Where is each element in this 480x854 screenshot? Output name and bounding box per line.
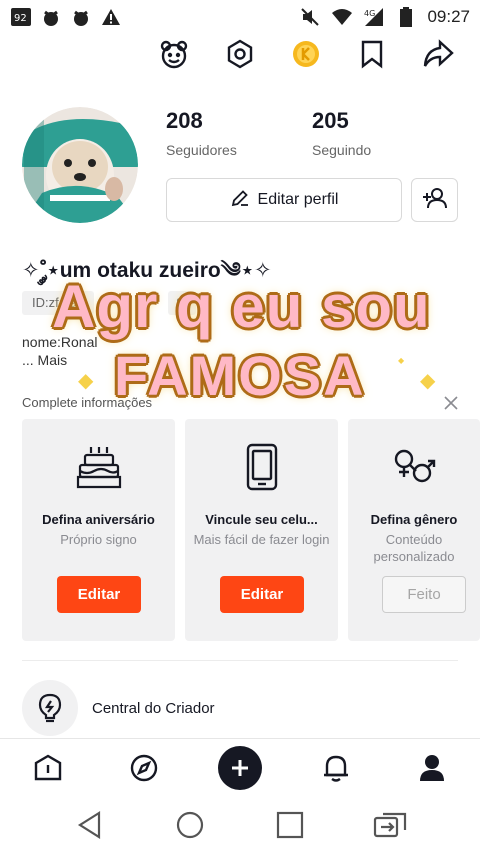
home-icon[interactable] [24,744,72,792]
add-friend-button[interactable] [411,178,458,222]
gender-card: Defina gênero Conteúdo personalizado Fei… [348,419,480,641]
inbox-bell-icon[interactable] [312,744,360,792]
bottom-nav [0,738,480,796]
card-title: Vincule seu celu... [205,512,318,527]
notification-badge-icon: 92 [10,6,32,28]
close-icon[interactable] [440,392,462,414]
svg-text:4G: 4G [364,9,375,18]
profile-icon[interactable] [408,744,456,792]
card-subtitle: Conteúdo personalizado [373,532,455,564]
following-label: Seguindo [312,142,372,158]
system-nav [0,796,480,854]
discover-icon[interactable] [120,744,168,792]
avatar[interactable] [22,107,138,223]
bookmark-icon[interactable] [354,36,390,72]
divider [22,660,458,661]
battery-icon [395,6,417,28]
app-notification-icon [40,6,62,28]
edit-profile-label: Editar perfil [257,191,339,208]
following-count: 205 [312,108,349,133]
sparkle-icon: ◆ [420,370,436,392]
bio-more-link[interactable]: ... Mais [22,352,67,368]
phone-card: Vincule seu celu... Mais fácil de fazer … [185,419,338,641]
card-subtitle: Mais fácil de fazer login [193,532,330,547]
link-phone-button[interactable]: Editar [220,576,304,613]
cake-icon [22,443,175,491]
creator-center-row[interactable]: Central do Criador [22,680,458,736]
gender-done-button[interactable]: Feito [382,576,466,613]
back-icon[interactable] [68,803,112,847]
add-friend-icon [422,186,448,215]
mute-icon [299,6,321,28]
wifi-icon [331,6,353,28]
settings-hex-icon[interactable] [222,36,258,72]
following-stat[interactable]: 205 Seguindo [312,108,371,158]
followers-label: Seguidores [166,142,237,158]
plus-icon [218,745,262,790]
gender-icon [348,443,480,491]
overlay-text-line1: Agr q eu sou [52,273,431,340]
sparkle-icon: ◆ [78,370,94,392]
card-title: Defina gênero [370,512,458,527]
lightbulb-icon [22,680,78,736]
pencil-icon [230,188,250,213]
face-icon[interactable] [156,36,192,72]
edit-profile-button[interactable]: Editar perfil [166,178,402,222]
warning-icon [100,6,122,28]
coin-icon[interactable] [288,36,324,72]
app-notification-icon [70,6,92,28]
home-circle-icon[interactable] [168,803,212,847]
sparkle-icon: ◆ [398,356,405,365]
share-icon[interactable] [420,36,456,72]
top-toolbar [156,36,456,72]
signal-icon: 4G [363,6,385,28]
complete-info-header: Complete informações [22,395,153,410]
status-time: 09:27 [427,7,470,26]
creator-center-label: Central do Criador [92,699,215,717]
birthday-card: Defina aniversário Próprio signo Editar [22,419,175,641]
svg-text:92: 92 [14,13,27,24]
recents-icon[interactable] [268,803,312,847]
phone-icon [185,443,338,491]
edit-birthday-button[interactable]: Editar [57,576,141,613]
card-subtitle: Próprio signo [60,532,137,547]
status-bar: 92 4G 09:27 [0,0,480,34]
switch-app-icon[interactable] [368,803,412,847]
followers-count: 208 [166,108,203,133]
card-title: Defina aniversário [42,512,155,527]
create-button[interactable] [216,744,264,792]
followers-stat[interactable]: 208 Seguidores [166,108,237,158]
